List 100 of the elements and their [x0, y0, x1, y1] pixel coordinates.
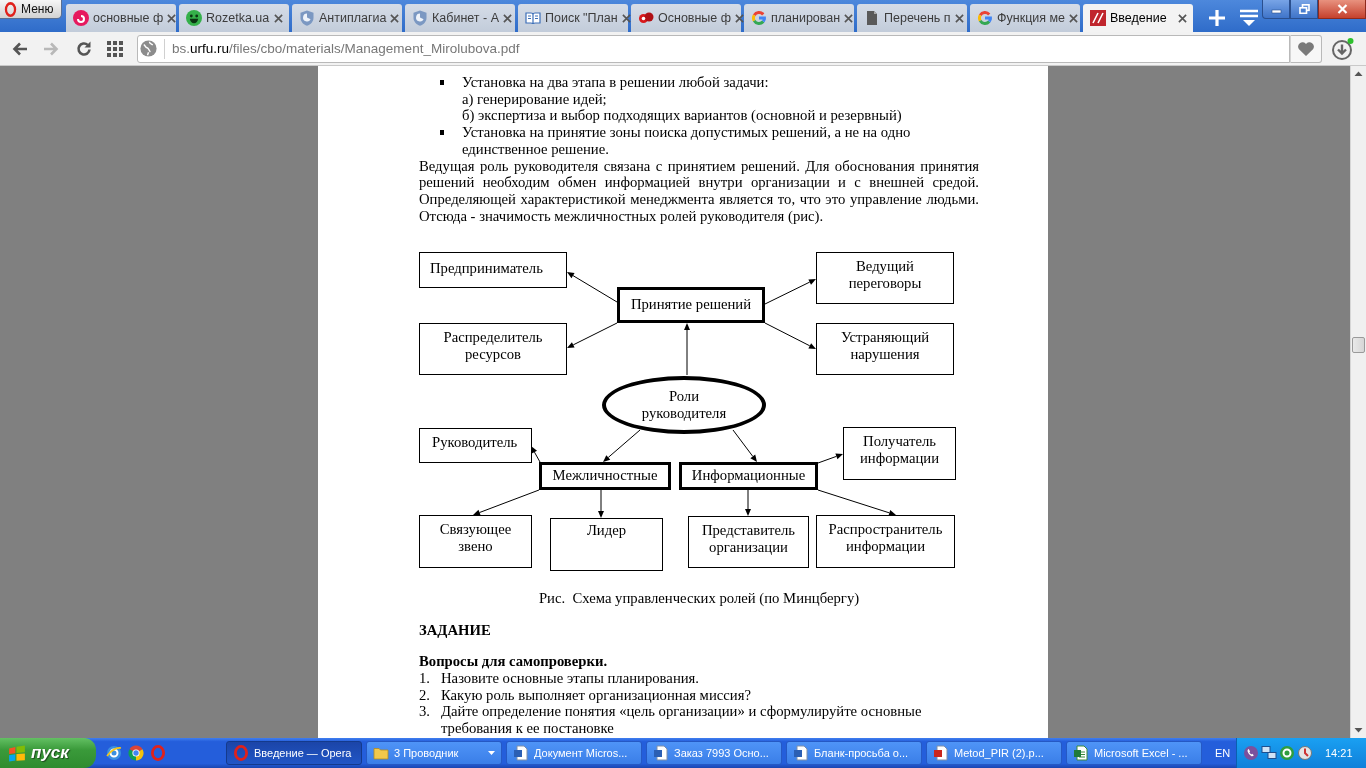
diagram-node: Связующее звено — [419, 514, 532, 568]
document-icon — [864, 10, 880, 26]
shield-icon — [412, 10, 428, 26]
connector-arrow — [531, 445, 541, 463]
diagram-node: Ведущий переговоры — [816, 251, 954, 304]
orb-icon[interactable] — [106, 745, 122, 761]
tab[interactable]: Кабинет - А — [405, 4, 515, 32]
close-icon[interactable] — [274, 13, 283, 23]
diagram-node: Руководитель — [419, 427, 532, 463]
list-item-text: а) генерирование идей; — [462, 90, 608, 108]
question-number: 1. — [419, 669, 431, 687]
questions-heading: Вопросы для самопроверки. — [419, 653, 609, 670]
close-icon[interactable] — [621, 13, 631, 23]
folder-icon — [373, 745, 389, 761]
shield-icon — [299, 10, 315, 26]
connector-arrow — [603, 429, 641, 462]
diagram-node: Предприниматель — [419, 251, 567, 288]
scroll-thumb[interactable] — [1352, 337, 1365, 353]
tab[interactable]: Rozetka.ua — [179, 4, 289, 32]
diagram-node: Устраняющий нарушения — [816, 322, 954, 375]
question-number: 2. — [419, 686, 431, 704]
close-icon[interactable] — [735, 13, 745, 23]
tab[interactable]: Основные ф — [631, 4, 741, 32]
document-icon — [793, 745, 809, 761]
ring-icon[interactable] — [1279, 745, 1295, 761]
tab[interactable]: Функция ме — [970, 4, 1080, 32]
close-icon — [1336, 4, 1348, 14]
start-button[interactable]: пуск — [0, 738, 96, 768]
download-icon[interactable] — [1331, 36, 1355, 61]
restore-button[interactable] — [1290, 0, 1318, 19]
restore-icon — [1298, 4, 1310, 14]
connector-arrow — [567, 322, 618, 348]
diagram-node: Межличностные — [539, 461, 671, 490]
plus-icon[interactable] — [1208, 9, 1226, 27]
taskbar-button[interactable]: 3 Проводник — [366, 741, 502, 765]
close-icon[interactable] — [1178, 13, 1187, 23]
smiley-icon — [186, 10, 202, 26]
globe-icon — [139, 39, 158, 58]
list-item-text: б) экспертиза и выбор подходящих вариантов (основной и резервный) — [462, 107, 903, 125]
close-button[interactable] — [1318, 0, 1366, 19]
scrollbar[interactable] — [1350, 66, 1366, 738]
tab[interactable]: Введение — [1083, 4, 1193, 32]
ring-logo-icon — [751, 10, 767, 26]
diagram-node: Принятие решений — [617, 286, 765, 323]
section-heading: ЗАДАНИЕ — [419, 622, 492, 639]
ring-icon — [233, 745, 249, 761]
language-indicator[interactable]: EN — [1212, 745, 1234, 761]
taskbar-button[interactable]: Бланк-просьба о... — [786, 741, 922, 765]
ring-icon — [4, 1, 17, 17]
round-logo-icon — [73, 10, 89, 26]
connector-arrow — [473, 489, 540, 516]
address-field[interactable]: bs.urfu.ru/files/cbo/materials/Management_Mirolubova.pdf — [137, 34, 1290, 63]
question-text: Какую роль выполняет организационная миссия? — [441, 686, 752, 704]
diagram-node: Получатель информации — [843, 426, 956, 480]
close-icon[interactable] — [954, 13, 964, 23]
network-icon[interactable] — [1261, 745, 1277, 761]
connector-arrow — [817, 453, 843, 464]
minimize-button[interactable] — [1262, 0, 1290, 19]
connector-arrow — [764, 278, 816, 305]
paragraph-text: Ведущая роль руководителя связана с принятием решений. Для обоснования принятия решений необходим обмен информацией внутри организации и с внешней средой. Определяющей характеристикой менеджмента является то, что это управление людьми. Отсюда - значимость межличностных ролей руководителя (рис). — [419, 157, 979, 225]
bullet-icon — [440, 80, 444, 85]
question-number: 3. — [419, 703, 431, 722]
menu-button[interactable]: Меню — [0, 0, 62, 19]
bookmark-button[interactable] — [1290, 34, 1322, 63]
grid-icon[interactable] — [106, 39, 124, 58]
connector-arrow — [684, 322, 690, 376]
book-icon — [525, 10, 541, 26]
tab[interactable]: Перечень п — [857, 4, 967, 32]
taskbar-button[interactable]: Введение — Opera — [226, 741, 362, 765]
bullet-icon — [440, 130, 444, 136]
connector-arrow — [732, 429, 757, 462]
close-icon[interactable] — [167, 13, 177, 23]
logo-icon — [638, 10, 654, 26]
clock: 14:21 — [1325, 747, 1353, 759]
file-icon — [933, 745, 949, 761]
question-text: Назовите основные этапы планирования. — [441, 669, 701, 687]
spreadsheet-icon — [1073, 745, 1089, 761]
close-icon[interactable] — [390, 13, 400, 23]
diagram-node: Лидер — [550, 517, 663, 571]
tab[interactable]: Антиплагиа — [292, 4, 402, 32]
list-item-text: Установка на принятие зоны поиска допустимых решений, а не на одно единственное решение. — [462, 124, 912, 158]
tab[interactable]: Поиск "План — [518, 4, 628, 32]
ring-logo-icon — [977, 10, 993, 26]
tab[interactable]: основные ф — [66, 4, 176, 32]
phone-icon[interactable] — [1243, 745, 1259, 761]
close-icon[interactable] — [503, 13, 512, 23]
tab[interactable]: планирован — [744, 4, 854, 32]
clock-icon[interactable] — [1297, 745, 1313, 761]
taskbar-button[interactable]: Microsoft Excel - ... — [1066, 741, 1202, 765]
diagram-node: Роли руководителя — [602, 375, 766, 434]
heart-icon — [1297, 40, 1315, 57]
document-icon — [513, 745, 529, 761]
close-icon[interactable] — [844, 13, 854, 23]
diagram-node: Информационные — [679, 461, 818, 490]
close-icon[interactable] — [1069, 13, 1079, 23]
document-icon — [653, 745, 669, 761]
menu-icon[interactable] — [1238, 8, 1260, 28]
question-text: Дайте определение понятия «цель организации» и сформулируйте основные требования к ее постановке — [441, 703, 923, 737]
diagram-node: Распространитель информации — [816, 514, 955, 568]
sphere-logo-icon[interactable] — [128, 745, 144, 761]
